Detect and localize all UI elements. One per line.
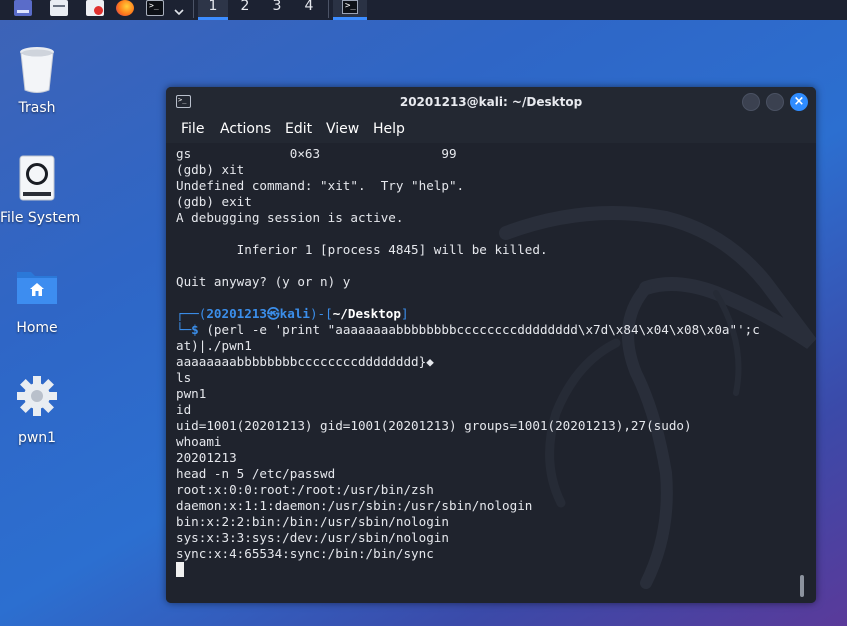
text-cursor: [176, 562, 184, 577]
desktop-icon-label: pwn1: [17, 430, 57, 446]
taskbar-terminal-task[interactable]: >_: [333, 0, 367, 20]
workspace-4-label: 4: [304, 0, 314, 14]
desktop-icon-home[interactable]: Home: [0, 264, 74, 336]
output-line: bin:x:2:2:bin:/bin:/usr/sbin/nologin: [176, 514, 449, 529]
output-line: head -n 5 /etc/passwd: [176, 466, 336, 481]
desktop-icon-pwn1[interactable]: pwn1: [0, 374, 74, 446]
output-line: (gdb) xit: [176, 162, 245, 177]
workspace-2[interactable]: 2: [230, 0, 260, 20]
output-line: Undefined command: "xit". Try "help".: [176, 178, 465, 193]
menu-bar: File Actions Edit View Help: [166, 117, 816, 143]
terminal-icon[interactable]: >_: [146, 0, 164, 16]
output-line: 20201213: [176, 450, 237, 465]
desktop-icon-trash[interactable]: Trash: [0, 44, 74, 116]
workspace-4[interactable]: 4: [294, 0, 324, 20]
output-line: whoami: [176, 434, 222, 449]
terminal-icon-glyph: >_: [149, 1, 159, 10]
trash-icon: [17, 44, 57, 96]
workspace-1-label: 1: [208, 0, 218, 14]
terminal-task-icon: >_: [342, 0, 358, 14]
maximize-button[interactable]: [766, 93, 784, 111]
workspace-1[interactable]: 1: [198, 0, 228, 20]
desktop-icon-file-system[interactable]: File System: [0, 154, 81, 226]
prompt-dollar: $: [191, 322, 199, 337]
minimize-button[interactable]: [742, 93, 760, 111]
prompt-user: 20201213: [206, 306, 268, 321]
show-desktop-icon[interactable]: [14, 0, 32, 16]
gear-icon: [15, 374, 59, 426]
workspace-3-label: 3: [272, 0, 282, 14]
output-line: Quit anyway? (y or n) y: [176, 274, 351, 289]
output-line: aaaaaaaabbbbbbbbccccccccdddddddd}◆: [176, 354, 434, 369]
output-line: (gdb) exit: [176, 194, 252, 209]
prompt-mid: )-[: [309, 306, 333, 321]
terminal-output[interactable]: gs 0×63 99 (gdb) xit Undefined command: …: [166, 143, 816, 603]
menu-actions[interactable]: Actions: [220, 121, 271, 137]
prompt-path: ~/Desktop: [332, 306, 401, 321]
prompt-close: ]: [400, 306, 409, 321]
text-editor-icon[interactable]: [86, 0, 104, 16]
home-folder-icon: [15, 264, 59, 316]
menu-file[interactable]: File: [181, 121, 204, 137]
workspace-3[interactable]: 3: [262, 0, 292, 20]
output-line: sys:x:3:3:sys:/dev:/usr/sbin/nologin: [176, 530, 449, 545]
menu-view[interactable]: View: [326, 121, 359, 137]
output-line: pwn1: [176, 386, 207, 401]
command-text: (perl -e 'print "aaaaaaaabbbbbbbbccccccc…: [198, 322, 760, 337]
output-line: Inferior 1 [process 4845] will be killed…: [176, 242, 548, 257]
menu-edit[interactable]: Edit: [285, 121, 312, 137]
desktop-icon-label: Home: [16, 320, 58, 336]
output-line: id: [176, 402, 192, 417]
prompt-corner-top: ┌──(: [176, 306, 207, 321]
prompt-host: kali: [279, 306, 310, 321]
chevron-down-icon[interactable]: [173, 2, 185, 16]
firefox-icon[interactable]: [116, 0, 134, 16]
scrollbar-thumb[interactable]: [800, 575, 804, 597]
panel-separator: [328, 0, 329, 18]
terminal-window: >_ 20201213@kali: ~/Desktop × File Actio…: [166, 87, 816, 603]
output-line: ls: [176, 370, 192, 385]
hard-drive-icon: [17, 154, 57, 206]
workspace-2-label: 2: [240, 0, 250, 14]
output-line: daemon:x:1:1:daemon:/usr/sbin:/usr/sbin/…: [176, 498, 533, 513]
prompt-at: ㉿: [267, 306, 280, 321]
desktop-icon-label: Trash: [18, 100, 56, 116]
panel-separator: [193, 0, 194, 18]
desktop-icon-label: File System: [0, 210, 81, 226]
menu-help[interactable]: Help: [373, 121, 405, 137]
top-panel: >_ 1 2 3 4 >_: [0, 0, 847, 20]
output-line: A debugging session is active.: [176, 210, 404, 225]
window-title: 20201213@kali: ~/Desktop: [399, 95, 583, 109]
output-line: sync:x:4:65534:sync:/bin:/bin/sync: [176, 546, 434, 561]
prompt-corner-bottom: └─: [176, 322, 192, 337]
output-line: root:x:0:0:root:/root:/usr/bin/zsh: [176, 482, 434, 497]
window-titlebar[interactable]: >_ 20201213@kali: ~/Desktop ×: [166, 87, 816, 117]
terminal-text: gs 0×63 99 (gdb) xit Undefined command: …: [176, 146, 760, 578]
output-line: gs 0×63 99: [176, 146, 457, 161]
file-manager-icon[interactable]: [50, 0, 68, 16]
close-button[interactable]: ×: [790, 93, 808, 111]
output-line: uid=1001(20201213) gid=1001(20201213) gr…: [176, 418, 692, 433]
output-line: at)|./pwn1: [176, 338, 252, 353]
